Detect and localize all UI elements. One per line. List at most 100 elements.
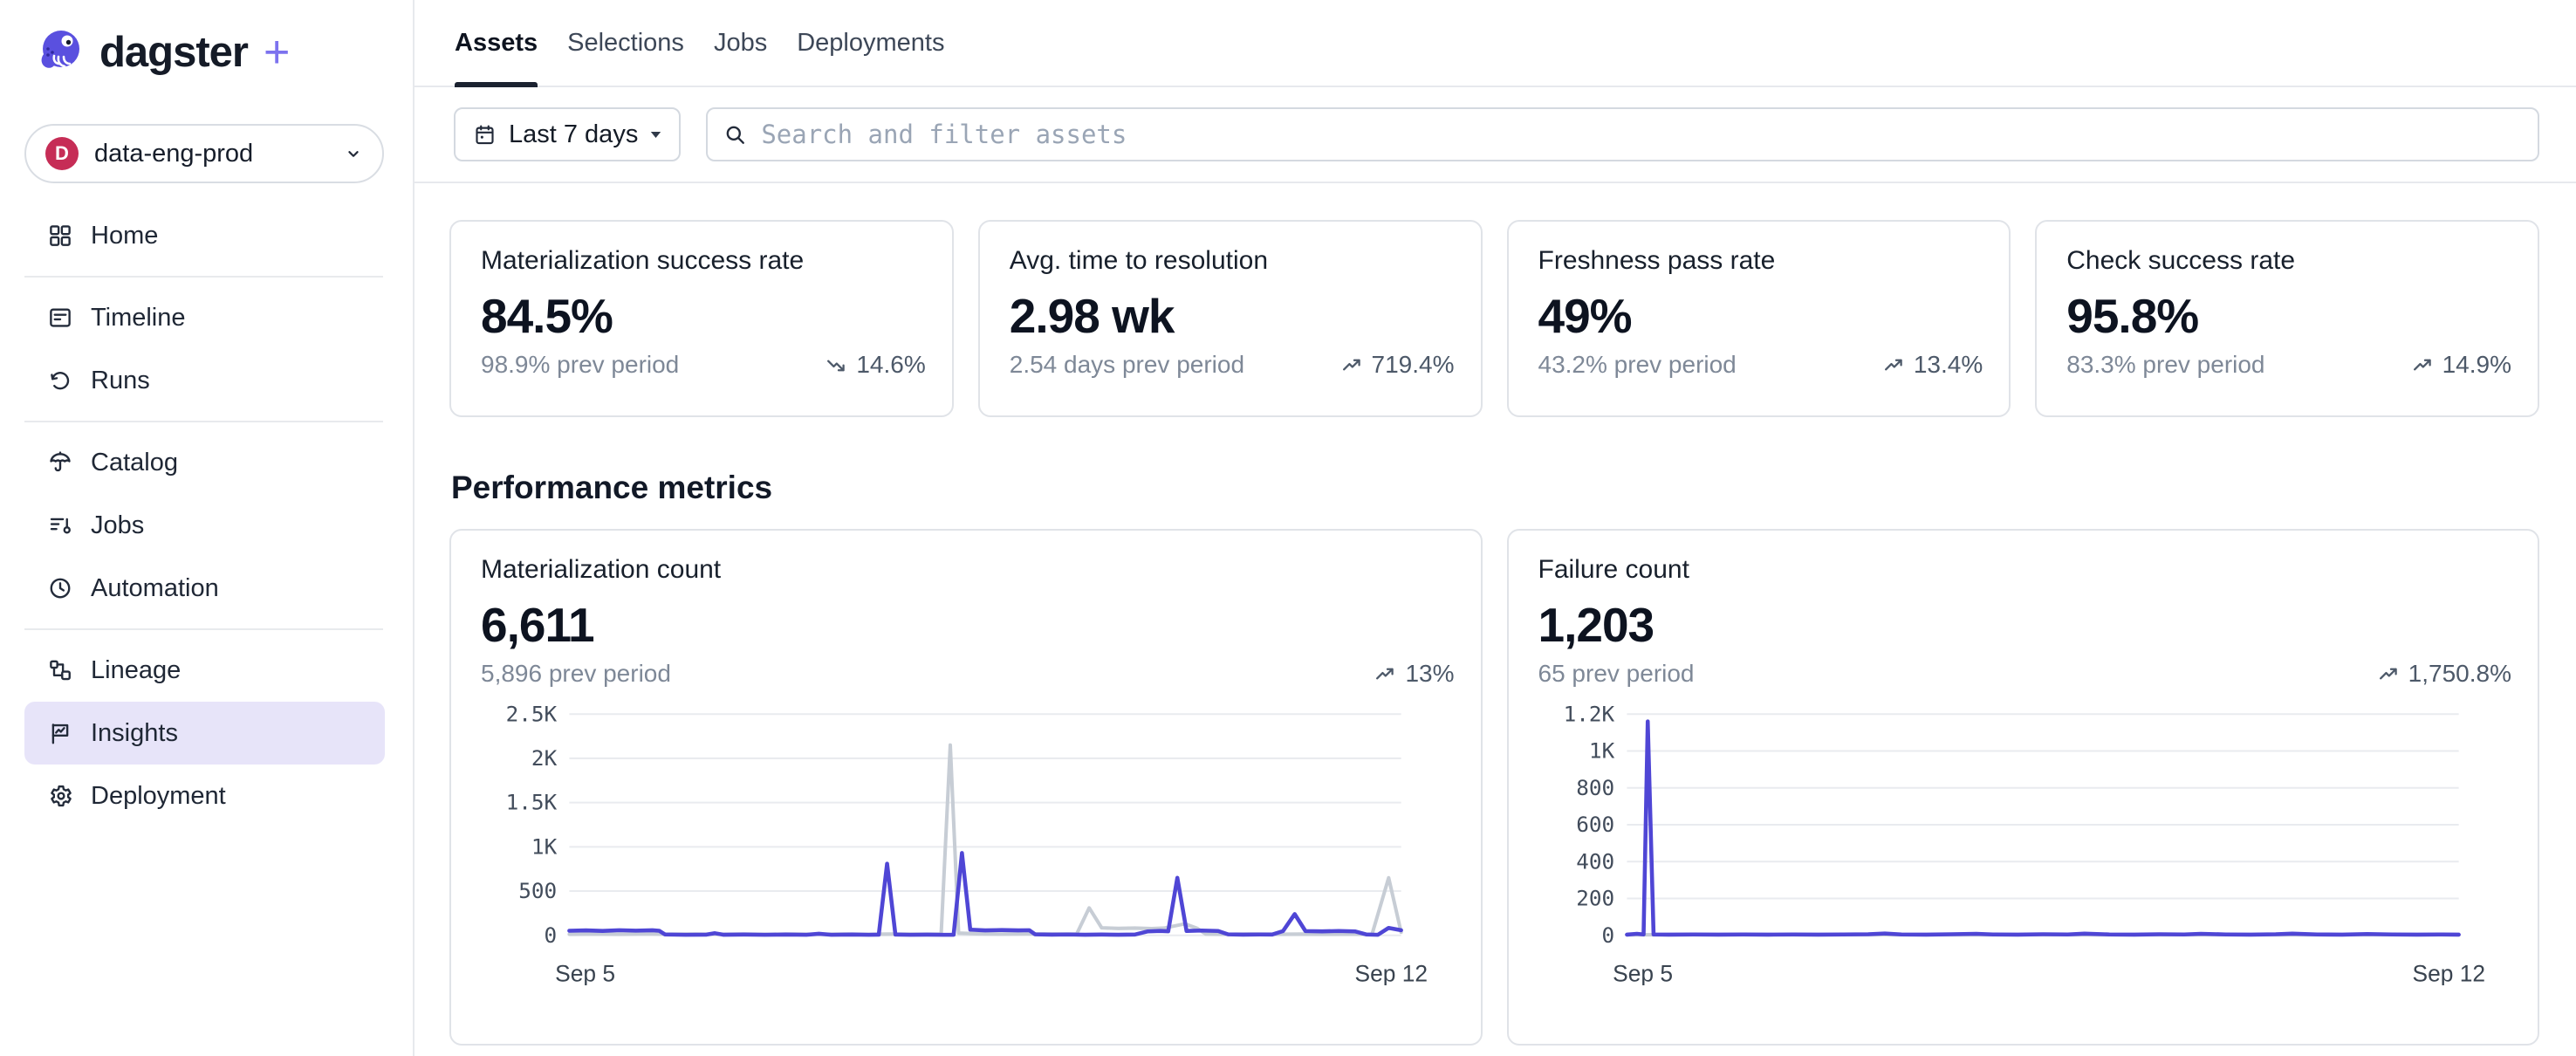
- sidebar-divider: [24, 421, 383, 422]
- performance-metrics-heading: Performance metrics: [451, 470, 2539, 506]
- metric-prev-period: 83.3% prev period: [2066, 351, 2264, 379]
- sidebar-item-label: Catalog: [91, 449, 178, 477]
- grid-icon: [47, 222, 75, 250]
- sidebar-item-jobs[interactable]: Jobs: [24, 494, 385, 557]
- sidebar-item-label: Timeline: [91, 304, 186, 333]
- svg-text:600: 600: [1576, 812, 1614, 837]
- tab-jobs[interactable]: Jobs: [714, 0, 767, 86]
- svg-text:1.2K: 1.2K: [1563, 701, 1614, 726]
- chart-value: 6,611: [481, 597, 1455, 653]
- sidebar-item-home[interactable]: Home: [24, 204, 385, 267]
- sidebar-item-automation[interactable]: Automation: [24, 557, 385, 620]
- brand-plus: +: [264, 26, 290, 79]
- sidebar-item-label: Insights: [91, 719, 178, 748]
- metric-prev-period: 43.2% prev period: [1538, 351, 1737, 379]
- sidebar-item-label: Deployment: [91, 782, 226, 811]
- workspace-name: data-eng-prod: [94, 140, 328, 168]
- filter-toolbar: Last 7 days: [414, 87, 2576, 183]
- svg-text:800: 800: [1576, 775, 1614, 800]
- chart-cards-row: Materialization count 6,611 5,896 prev p…: [449, 529, 2539, 1046]
- svg-text:1K: 1K: [1588, 738, 1614, 764]
- timeline-icon: [47, 304, 75, 332]
- date-range-label: Last 7 days: [509, 120, 638, 149]
- metric-value: 84.5%: [481, 288, 926, 344]
- sidebar-divider: [24, 276, 383, 278]
- metric-value: 2.98 wk: [1010, 288, 1455, 344]
- deployment-icon: [47, 782, 75, 810]
- tab-selections[interactable]: Selections: [567, 0, 684, 86]
- svg-text:Sep 12: Sep 12: [2412, 960, 2485, 984]
- metric-card-avg-time-to-resolution: Avg. time to resolution 2.98 wk 2.54 day…: [978, 220, 1483, 417]
- metric-delta-value: 14.6%: [856, 351, 925, 379]
- chart-title: Materialization count: [481, 555, 1455, 585]
- sidebar: dagster + D data-eng-prod Home: [0, 0, 414, 1056]
- svg-text:1K: 1K: [531, 833, 558, 859]
- chart-prev-period: 5,896 prev period: [481, 660, 671, 688]
- sidebar-item-label: Home: [91, 222, 158, 250]
- metric-title: Avg. time to resolution: [1010, 246, 1455, 276]
- chart-card-materialization-count: Materialization count 6,611 5,896 prev p…: [449, 529, 1483, 1046]
- sidebar-item-catalog[interactable]: Catalog: [24, 431, 385, 494]
- metric-card-freshness-pass-rate: Freshness pass rate 49% 43.2% prev perio…: [1507, 220, 2011, 417]
- metric-prev-period: 98.9% prev period: [481, 351, 679, 379]
- svg-text:1.5K: 1.5K: [506, 790, 558, 815]
- sidebar-item-insights[interactable]: Insights: [24, 702, 385, 765]
- chart-card-failure-count: Failure count 1,203 65 prev period 1,750…: [1507, 529, 2540, 1046]
- workspace-avatar: D: [45, 137, 79, 170]
- lineage-icon: [47, 656, 75, 684]
- calendar-icon: [473, 123, 497, 147]
- svg-text:0: 0: [1601, 922, 1614, 948]
- svg-text:400: 400: [1576, 848, 1614, 874]
- metric-cards-row: Materialization success rate 84.5% 98.9%…: [449, 220, 2539, 417]
- metric-delta: 14.6%: [827, 351, 925, 379]
- dagster-logo[interactable]: dagster +: [35, 26, 413, 79]
- sidebar-item-lineage[interactable]: Lineage: [24, 639, 385, 702]
- metric-delta: 14.9%: [2414, 351, 2511, 379]
- metric-title: Freshness pass rate: [1538, 246, 1983, 276]
- svg-text:200: 200: [1576, 886, 1614, 911]
- chart-value: 1,203: [1538, 597, 2512, 653]
- tab-deployments[interactable]: Deployments: [797, 0, 944, 86]
- sidebar-item-runs[interactable]: Runs: [24, 349, 385, 412]
- search-icon: [723, 123, 747, 147]
- workspace-selector[interactable]: D data-eng-prod: [24, 124, 384, 183]
- tab-assets[interactable]: Assets: [455, 0, 538, 86]
- sidebar-item-timeline[interactable]: Timeline: [24, 286, 385, 349]
- metric-card-check-success-rate: Check success rate 95.8% 83.3% prev peri…: [2035, 220, 2539, 417]
- sidebar-divider: [24, 628, 383, 630]
- trend-up-icon: [1343, 358, 1364, 373]
- svg-text:0: 0: [545, 922, 558, 948]
- trend-down-icon: [827, 358, 848, 373]
- failure-count-line-chart[interactable]: 0 200 400 600 800 1K 1.2K Sep 5 Sep 12: [1538, 700, 2512, 1021]
- trend-up-icon: [2380, 667, 2401, 682]
- svg-text:500: 500: [518, 878, 557, 903]
- brand-name: dagster: [99, 28, 248, 77]
- chart-delta: 13%: [1376, 660, 1454, 688]
- sidebar-item-deployment[interactable]: Deployment: [24, 765, 385, 827]
- sidebar-item-label: Jobs: [91, 511, 144, 540]
- date-range-button[interactable]: Last 7 days: [454, 107, 681, 161]
- chart-delta-value: 1,750.8%: [2408, 660, 2511, 688]
- metric-delta: 13.4%: [1885, 351, 1983, 379]
- sidebar-item-label: Lineage: [91, 656, 181, 685]
- search-input[interactable]: [761, 109, 2522, 160]
- chart-delta-value: 13%: [1405, 660, 1454, 688]
- svg-text:Sep 12: Sep 12: [1355, 960, 1428, 984]
- trend-up-icon: [1885, 358, 1906, 373]
- materialization-count-line-chart[interactable]: 05001K1.5K2K2.5KSep 5Sep 12: [481, 700, 1455, 1021]
- caret-down-icon: [650, 131, 661, 139]
- svg-text:2K: 2K: [531, 745, 558, 771]
- metric-value: 95.8%: [2066, 288, 2511, 344]
- metric-value: 49%: [1538, 288, 1983, 344]
- runs-icon: [47, 367, 75, 394]
- dagster-octopus-icon: [35, 27, 86, 78]
- sidebar-item-label: Runs: [91, 367, 150, 395]
- main-content: Assets Selections Jobs Deployments Last …: [414, 0, 2576, 1056]
- top-nav-tabs: Assets Selections Jobs Deployments: [414, 0, 2576, 87]
- chart-title: Failure count: [1538, 555, 2512, 585]
- metric-delta-value: 14.9%: [2442, 351, 2511, 379]
- svg-text:Sep 5: Sep 5: [1613, 960, 1673, 984]
- chart-prev-period: 65 prev period: [1538, 660, 1695, 688]
- metric-title: Check success rate: [2066, 246, 2511, 276]
- chart-delta: 1,750.8%: [2380, 660, 2511, 688]
